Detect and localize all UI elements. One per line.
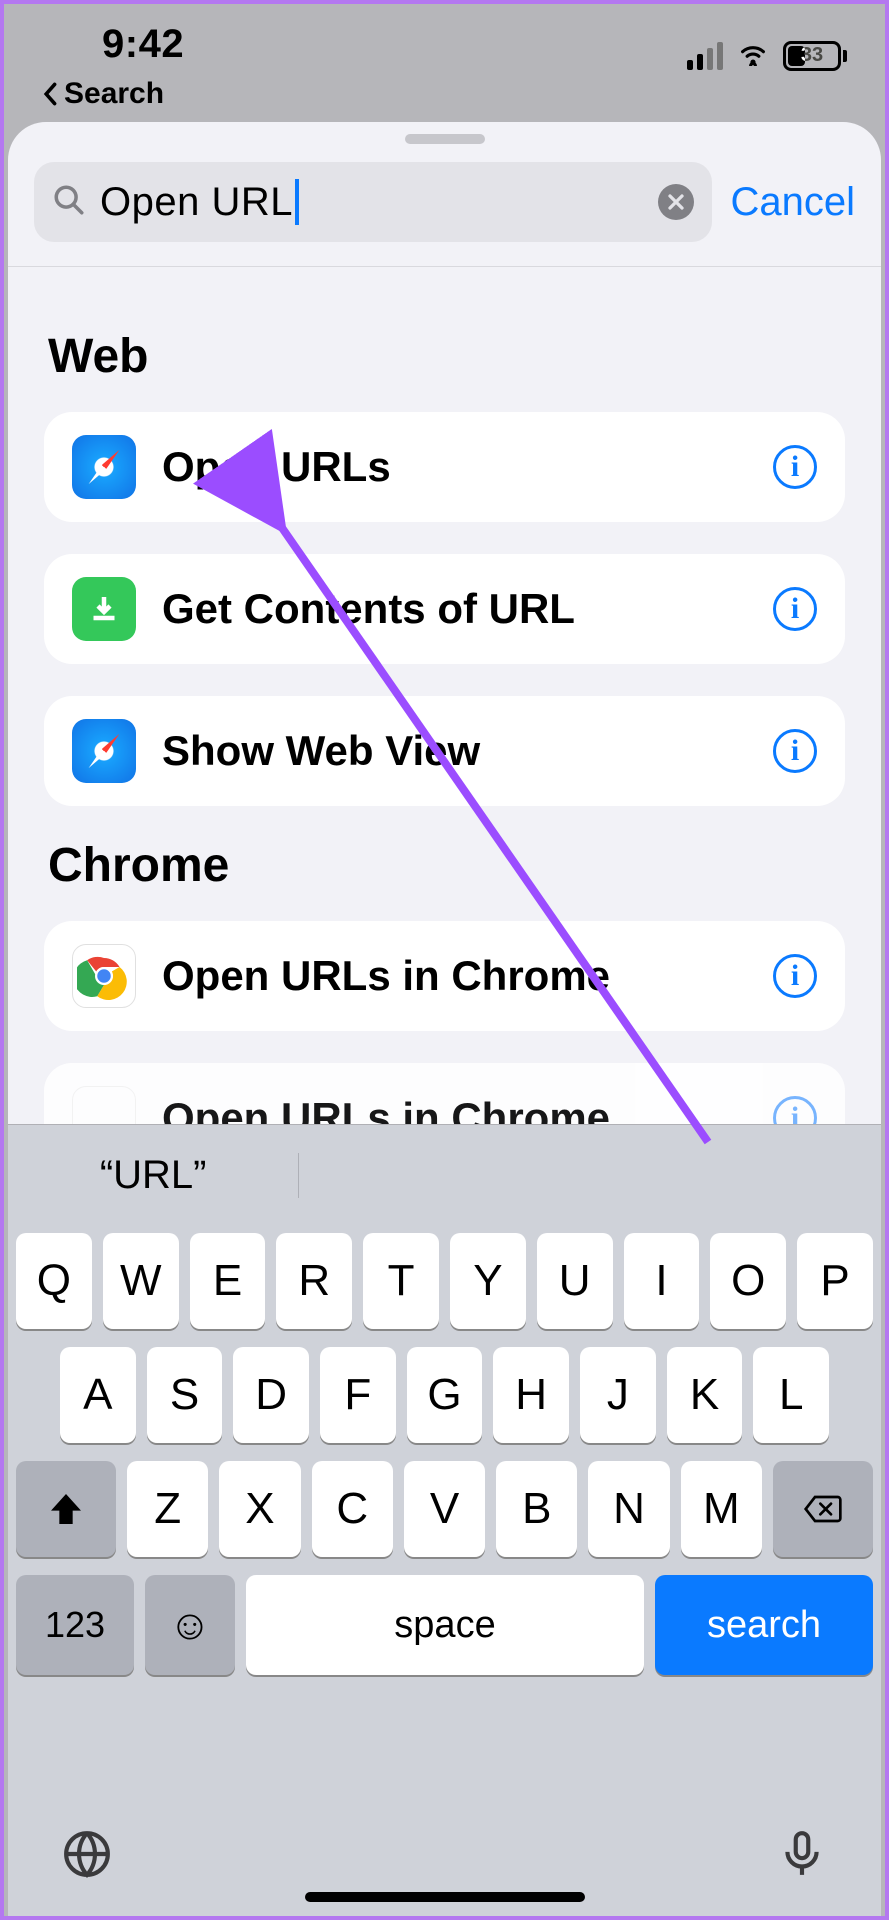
backspace-key[interactable] (773, 1461, 873, 1557)
key-r[interactable]: R (276, 1233, 352, 1329)
action-label: Open URLs in Chrome (162, 952, 747, 1000)
key-j[interactable]: J (580, 1347, 656, 1443)
battery-percent: 33 (801, 44, 823, 67)
emoji-key[interactable]: ☺ (145, 1575, 235, 1675)
info-button[interactable]: i (773, 587, 817, 631)
cellular-signal-icon (687, 42, 723, 70)
search-input[interactable]: Open URL (34, 162, 712, 242)
key-x[interactable]: X (219, 1461, 300, 1557)
numbers-key[interactable]: 123 (16, 1575, 134, 1675)
info-button[interactable]: i (773, 445, 817, 489)
key-t[interactable]: T (363, 1233, 439, 1329)
sheet-grabber[interactable] (405, 134, 485, 144)
key-w[interactable]: W (103, 1233, 179, 1329)
chrome-icon (72, 944, 136, 1008)
space-key[interactable]: space (246, 1575, 644, 1675)
action-open-urls[interactable]: Open URLs i (44, 412, 845, 522)
battery-indicator: 33 (783, 41, 847, 71)
search-icon (52, 183, 86, 222)
key-h[interactable]: H (493, 1347, 569, 1443)
key-s[interactable]: S (147, 1347, 223, 1443)
home-indicator[interactable] (305, 1892, 585, 1902)
chevron-left-icon (42, 82, 60, 106)
search-value: Open URL (100, 180, 293, 225)
suggestion[interactable]: “URL” (8, 1153, 299, 1198)
key-f[interactable]: F (320, 1347, 396, 1443)
search-key[interactable]: search (655, 1575, 873, 1675)
download-icon (72, 577, 136, 641)
key-y[interactable]: Y (450, 1233, 526, 1329)
key-g[interactable]: G (407, 1347, 483, 1443)
cancel-button[interactable]: Cancel (730, 180, 855, 225)
key-c[interactable]: C (312, 1461, 393, 1557)
back-to-app[interactable]: Search (42, 77, 184, 111)
section-header-chrome: Chrome (48, 838, 845, 893)
key-k[interactable]: K (667, 1347, 743, 1443)
status-bar: 9:42 Search 33 (4, 4, 885, 119)
action-label: Get Contents of URL (162, 585, 747, 633)
key-i[interactable]: I (624, 1233, 700, 1329)
search-sheet: Open URL Cancel Web Open URLs i Get Cont… (8, 122, 881, 1916)
key-l[interactable]: L (753, 1347, 829, 1443)
key-b[interactable]: B (496, 1461, 577, 1557)
text-cursor (295, 179, 299, 225)
globe-key[interactable] (62, 1829, 112, 1884)
key-z[interactable]: Z (127, 1461, 208, 1557)
action-open-urls-in-chrome[interactable]: Open URLs in Chrome i (44, 921, 845, 1031)
shift-key[interactable] (16, 1461, 116, 1557)
wifi-icon (737, 40, 769, 71)
key-e[interactable]: E (190, 1233, 266, 1329)
safari-icon (72, 435, 136, 499)
key-q[interactable]: Q (16, 1233, 92, 1329)
key-a[interactable]: A (60, 1347, 136, 1443)
info-button[interactable]: i (773, 954, 817, 998)
clear-search-button[interactable] (658, 184, 694, 220)
action-get-contents-of-url[interactable]: Get Contents of URL i (44, 554, 845, 664)
key-o[interactable]: O (710, 1233, 786, 1329)
action-label: Show Web View (162, 727, 747, 775)
key-u[interactable]: U (537, 1233, 613, 1329)
dictation-key[interactable] (777, 1829, 827, 1884)
key-p[interactable]: P (797, 1233, 873, 1329)
clock: 9:42 (102, 22, 184, 67)
suggestion-bar: “URL” (8, 1125, 881, 1225)
info-button[interactable]: i (773, 729, 817, 773)
action-label: Open URLs (162, 443, 747, 491)
action-show-web-view[interactable]: Show Web View i (44, 696, 845, 806)
key-v[interactable]: V (404, 1461, 485, 1557)
key-n[interactable]: N (588, 1461, 669, 1557)
results-list: Web Open URLs i Get Contents of URL i Sh… (8, 267, 881, 1173)
safari-icon (72, 719, 136, 783)
section-header-web: Web (48, 329, 845, 384)
keyboard: “URL” QWERTYUIOP ASDFGHJKL ZXCVBNM 123 ☺… (8, 1124, 881, 1916)
key-m[interactable]: M (681, 1461, 762, 1557)
back-to-app-label: Search (64, 77, 164, 111)
key-d[interactable]: D (233, 1347, 309, 1443)
